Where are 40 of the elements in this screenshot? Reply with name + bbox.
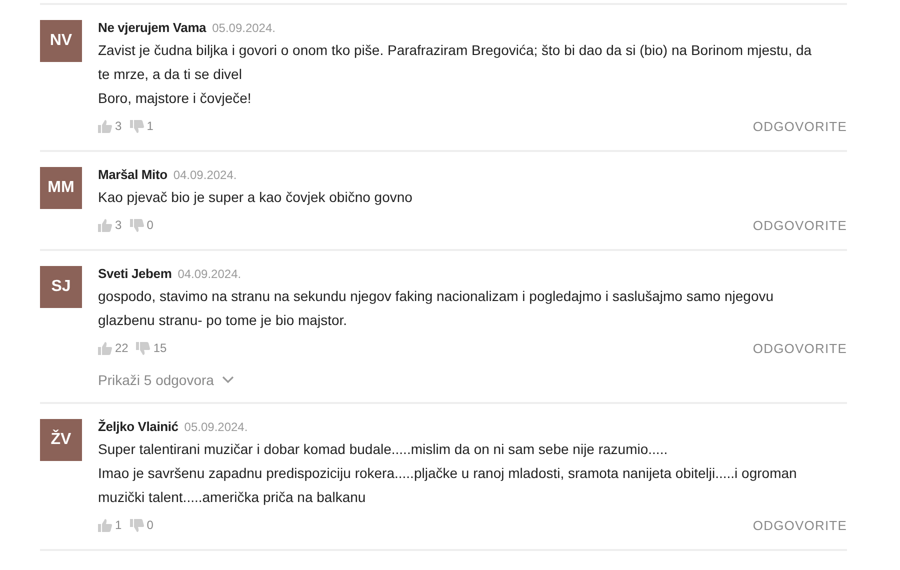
comment-author: Maršal Mito [98, 166, 168, 184]
thumbs-down-icon [130, 518, 144, 532]
reply-link[interactable]: ODGOVORITE [752, 518, 847, 532]
avatar: NV [40, 20, 82, 62]
dislike-button[interactable]: 0 [130, 518, 154, 532]
comment-text: Boro, majstore i čovječe! [98, 89, 252, 108]
comment-text: gospodo, stavimo na stranu na sekundu njegov faking nacionalizam i pogledajmo i saslušajmo samo njegovu glazbenu stranu- po tome je bio majstor. [98, 287, 775, 330]
comment-date: 05.09.2024. [212, 20, 276, 37]
thumbs-up-icon [98, 518, 112, 532]
avatar: ŽV [40, 419, 82, 461]
thumbs-up-icon [98, 342, 112, 354]
reply-link[interactable]: ODGOVORITE [752, 218, 847, 232]
comment-text: Kao pjevač bio je super a kao čovjek obično govno [98, 188, 414, 207]
like-button[interactable]: 22 [98, 341, 128, 355]
like-button[interactable]: 1 [98, 518, 122, 532]
comment-author: Željko Vlainić [98, 418, 178, 436]
like-button[interactable]: 3 [98, 119, 122, 133]
comment-date: 05.09.2024. [184, 419, 248, 436]
comment-text: Zavist je čudna biljka i govori o onom tko piše. Parafraziram Bregovića; što bi dao da si (bio) na Borinom mjestu, da te mrze, a da ti se divel [98, 41, 813, 84]
avatar: SJ [40, 266, 82, 308]
dislike-button[interactable]: 0 [130, 218, 154, 232]
thumbs-down-icon [130, 218, 144, 232]
dislike-button[interactable]: 1 [130, 119, 154, 133]
thumbs-down-icon [130, 120, 144, 132]
thumbs-up-icon [98, 120, 112, 132]
comment-date: 04.09.2024. [178, 266, 242, 283]
comment-text: Imao je savršenu zapadnu predispoziciju rokera.....pljačke u ranoj mladosti, sramota nanijeta obitelji.....i ogroman muzički talent.....američka priča na balkanu [98, 464, 798, 507]
thumbs-up-icon [98, 218, 112, 232]
dislike-button[interactable]: 15 [136, 341, 167, 355]
avatar: MM [40, 167, 82, 209]
like-button[interactable]: 3 [98, 218, 122, 232]
thumbs-down-icon [136, 342, 150, 354]
comment-date: 04.09.2024. [173, 167, 237, 184]
reply-link[interactable]: ODGOVORITE [752, 340, 847, 356]
show-replies-link[interactable]: Prikaži 5 odgovora [98, 372, 234, 388]
chevron-down-icon [222, 376, 234, 384]
reply-link[interactable]: ODGOVORITE [752, 118, 847, 134]
comment-author: Ne vjerujem Vama [98, 19, 206, 37]
comment-author: Sveti Jebem [98, 265, 172, 283]
comment-text: Super talentirani muzičar i dobar komad budale.....mislim da on ni sam sebe nije razumio..... [98, 440, 669, 459]
